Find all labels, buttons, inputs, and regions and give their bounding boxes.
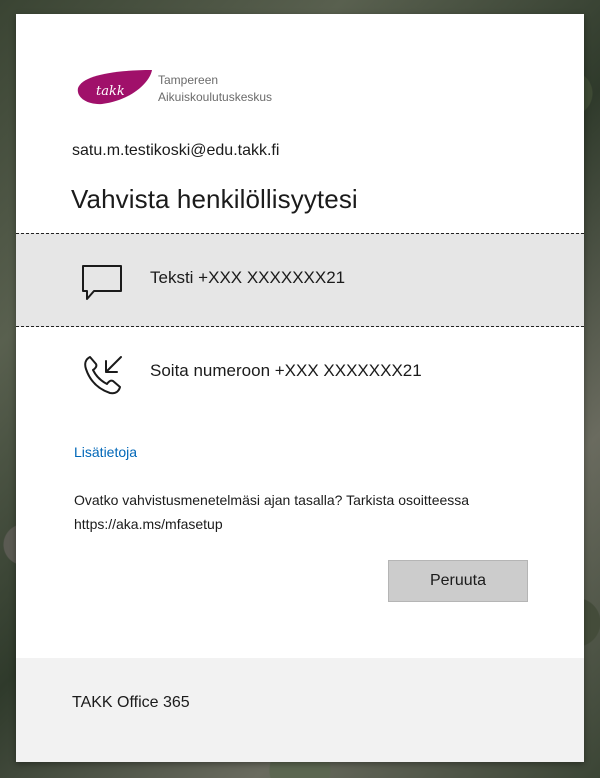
phone-call-icon <box>84 356 122 395</box>
organization-name: Tampereen Aikuiskoulutuskeskus <box>158 72 272 106</box>
option-phone-call[interactable]: Soita numeroon +XXX XXXXXXX21 <box>16 327 584 419</box>
cancel-button[interactable]: Peruuta <box>388 560 528 602</box>
option-phone-call-label: Soita numeroon +XXX XXXXXXX21 <box>150 361 422 380</box>
organization-logo: takk Tampereen Aikuiskoulutuskeskus <box>72 68 292 114</box>
more-info-link[interactable]: Lisätietoja <box>74 444 137 460</box>
takk-logo-icon: takk <box>77 70 152 105</box>
organization-name-line1: Tampereen <box>158 73 219 87</box>
page-title: Vahvista henkilöllisyytesi <box>71 184 358 214</box>
message-icon <box>82 265 122 300</box>
option-text-message-label: Teksti +XXX XXXXXXX21 <box>150 268 346 287</box>
organization-name-line2: Aikuiskoulutuskeskus <box>158 90 273 104</box>
footer: TAKK Office 365 <box>16 658 584 762</box>
svg-text:takk: takk <box>96 84 125 99</box>
sign-in-dialog: takk Tampereen Aikuiskoulutuskeskus satu… <box>16 14 584 762</box>
footer-text: TAKK Office 365 <box>72 694 190 711</box>
mfa-setup-info: Ovatko vahvistusmenetelmäsi ajan tasalla… <box>74 492 470 532</box>
account-email: satu.m.testikoski@edu.takk.fi <box>72 142 280 159</box>
option-text-message[interactable]: Teksti +XXX XXXXXXX21 <box>16 233 584 327</box>
